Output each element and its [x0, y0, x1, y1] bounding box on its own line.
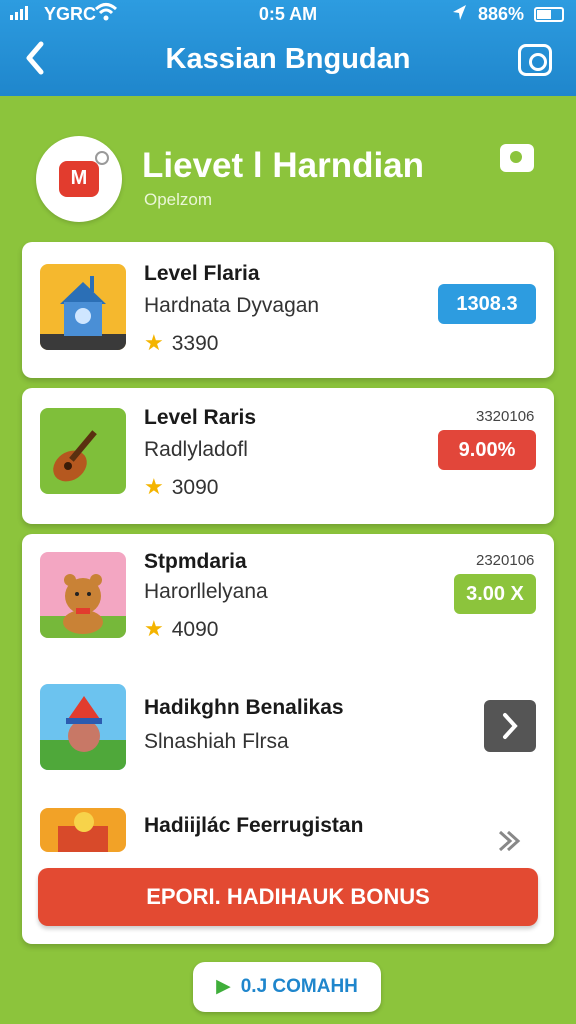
command-label: 0.J COMAHH — [240, 976, 358, 997]
item-title: Hadiijlác Feerrugistan — [144, 814, 364, 837]
item-subtitle: Harorllelyana — [144, 580, 268, 603]
item-rating: ★ 3090 — [144, 474, 218, 500]
character-icon — [40, 684, 126, 770]
item-title: Stpmdaria — [144, 550, 247, 573]
star-icon: ★ — [144, 330, 164, 355]
item-badge[interactable]: 1308.3 — [438, 284, 536, 324]
item-badge[interactable]: 3.00 X — [454, 574, 536, 614]
guitar-icon — [40, 408, 126, 494]
item-subtitle: Slnashiah Flrsa — [144, 730, 289, 753]
double-chevron-icon[interactable] — [496, 828, 522, 861]
status-bar: YGRC 0:5 AM 886% — [0, 0, 576, 30]
profile-title: Lievet l Harndian — [142, 146, 425, 185]
item-rating: ★ 3390 — [144, 330, 218, 356]
bonus-button[interactable]: EPORI. HADIHAUK BONUS — [38, 868, 538, 926]
profile-subtitle: Opelzom — [144, 190, 213, 209]
command-button[interactable]: ▶ 0.J COMAHH — [193, 962, 381, 1012]
item-title: Level Flaria — [144, 262, 260, 285]
star-icon: ★ — [144, 474, 164, 499]
house-icon — [40, 264, 126, 350]
share-button[interactable] — [518, 44, 552, 76]
chevron-right-icon — [503, 713, 518, 739]
avatar[interactable]: M — [36, 136, 122, 222]
treasure-chest-icon — [40, 808, 126, 852]
level-card-1[interactable]: Level Flaria Hardnata Dyvagan ★ 3390 1308… — [22, 242, 554, 378]
rating-value: 3090 — [171, 476, 219, 499]
item-meta: 2320106 — [476, 552, 535, 569]
battery-percentage: 886% — [478, 4, 525, 24]
star-icon: ★ — [144, 616, 164, 641]
item-title: Hadikghn Benalikas — [144, 696, 344, 719]
camera-icon[interactable] — [500, 144, 534, 172]
item-title: Level Raris — [144, 406, 257, 429]
teddy-bear-icon — [40, 552, 126, 638]
level-card-2[interactable]: Level Raris Radlyladofl ★ 3090 3320106 9.… — [22, 388, 554, 524]
location-arrow-icon — [450, 3, 470, 28]
item-subtitle: Hardnata Dyvagan — [144, 294, 320, 317]
item-rating: ★ 4090 — [144, 616, 218, 642]
rating-value: 4090 — [171, 618, 219, 641]
rating-value: 3390 — [171, 332, 219, 355]
chevron-right-button[interactable] — [484, 700, 536, 752]
battery-icon — [534, 7, 564, 22]
item-subtitle: Radlyladofl — [144, 438, 248, 461]
play-icon: ▶ — [216, 976, 231, 997]
page-title: Kassian Bngudan — [165, 43, 411, 75]
item-meta: 3320106 — [476, 408, 535, 425]
top-bar: YGRC 0:5 AM 886% Kassian Bngudan — [0, 0, 576, 96]
app-logo: M — [59, 151, 109, 197]
item-badge[interactable]: 9.00% — [438, 430, 536, 470]
